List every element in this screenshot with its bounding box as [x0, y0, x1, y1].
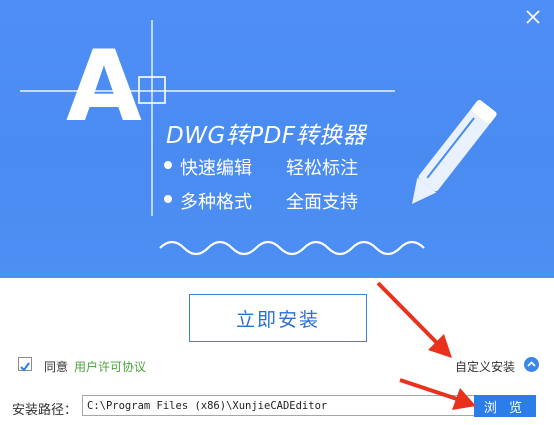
- license-agreement-link[interactable]: 用户许可协议: [74, 358, 146, 375]
- close-icon: [526, 10, 540, 24]
- feature-text: 多种格式: [180, 192, 252, 213]
- install-now-button[interactable]: 立即安装: [189, 294, 367, 342]
- banner-title: DWG转PDF转换器: [166, 123, 367, 149]
- custom-install-link[interactable]: 自定义安装: [455, 358, 515, 375]
- arrow-to-custom-install: [376, 281, 452, 358]
- feature-text: 全面支持: [286, 192, 358, 213]
- custom-install-toggle[interactable]: [524, 357, 539, 372]
- feature-text: 快速编辑: [180, 158, 252, 179]
- checkmark-icon: [20, 362, 30, 372]
- agree-label: 同意: [44, 360, 69, 374]
- install-path-label: 安装路径：: [12, 403, 78, 418]
- agree-checkbox[interactable]: [18, 357, 32, 372]
- browse-button[interactable]: 浏 览: [474, 395, 536, 417]
- pen-icon: [411, 100, 497, 204]
- bullet-icon: [164, 161, 172, 169]
- chevron-up-icon: [527, 361, 536, 367]
- wavy-line: [159, 240, 425, 256]
- big-letter-a: A: [66, 30, 142, 144]
- banner: A DWG转PDF转换器 快速编辑 轻松标注 多种格式 全面支持: [0, 0, 554, 278]
- install-path-input[interactable]: [82, 395, 482, 416]
- bullet-icon: [164, 195, 172, 203]
- close-button[interactable]: [522, 6, 544, 28]
- feature-text: 轻松标注: [286, 158, 358, 179]
